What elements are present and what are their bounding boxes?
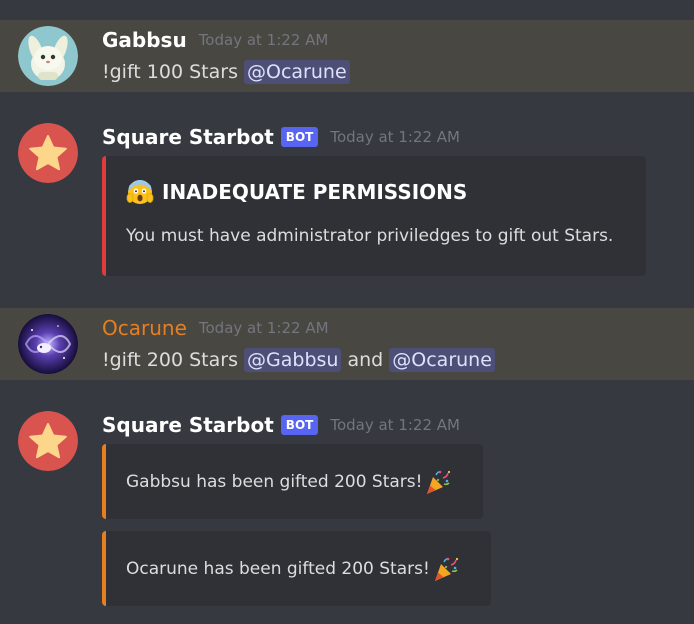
- embed-title-text: INADEQUATE PERMISSIONS: [162, 180, 468, 204]
- message-gabbsu: Gabbsu Today at 1:22 AM !gift 100 Stars …: [0, 20, 694, 92]
- message-text: !gift 100 Stars: [102, 61, 245, 83]
- embed-text: Ocarune has been gifted 200 Stars!: [126, 559, 430, 579]
- timestamp: Today at 1:22 AM: [330, 128, 460, 146]
- user-mention[interactable]: @Ocarune: [389, 348, 495, 372]
- timestamp: Today at 1:22 AM: [198, 319, 329, 337]
- party-popper-icon: [432, 555, 460, 583]
- username[interactable]: Gabbsu: [102, 28, 187, 52]
- bot-tag: BOT: [280, 127, 319, 147]
- message-content: !gift 100 Stars @Ocarune: [102, 60, 350, 84]
- embed-description: Ocarune has been gifted 200 Stars!: [126, 555, 460, 583]
- timestamp: Today at 1:22 AM: [198, 31, 329, 49]
- embed-gift-ocarune: Ocarune has been gifted 200 Stars!: [102, 531, 491, 606]
- ocarune-avatar[interactable]: [18, 314, 78, 374]
- username[interactable]: Ocarune: [102, 316, 187, 340]
- message-starbot-gifts: Square Starbot BOT Today at 1:22 AM Gabb…: [0, 400, 694, 620]
- embed-error: INADEQUATE PERMISSIONS You must have adm…: [102, 156, 646, 276]
- embed-title: INADEQUATE PERMISSIONS: [126, 178, 467, 206]
- gabbsu-avatar[interactable]: [18, 26, 78, 86]
- embed-text: Gabbsu has been gifted 200 Stars!: [126, 472, 423, 492]
- embed-description: Gabbsu has been gifted 200 Stars!: [126, 468, 452, 496]
- message-header: Ocarune Today at 1:22 AM: [102, 316, 329, 340]
- message-starbot-error: Square Starbot BOT Today at 1:22 AM INAD…: [0, 112, 694, 292]
- message-header: Square Starbot BOT Today at 1:22 AM: [102, 125, 460, 149]
- username[interactable]: Square Starbot: [102, 413, 274, 437]
- message-content: !gift 200 Stars @Gabbsu and @Ocarune: [102, 348, 495, 372]
- message-header: Square Starbot BOT Today at 1:22 AM: [102, 413, 460, 437]
- timestamp: Today at 1:22 AM: [330, 416, 460, 434]
- user-mention[interactable]: @Ocarune: [244, 60, 350, 84]
- starbot-avatar[interactable]: [18, 411, 78, 471]
- message-text: and: [341, 349, 390, 371]
- bot-tag: BOT: [280, 415, 319, 435]
- embed-description: You must have administrator priviledges …: [126, 226, 614, 246]
- user-mention[interactable]: @Gabbsu: [244, 348, 342, 372]
- message-text: !gift 200 Stars: [102, 349, 245, 371]
- screaming-face-icon: [126, 178, 154, 206]
- message-ocarune: Ocarune Today at 1:22 AM !gift 200 Stars…: [0, 308, 694, 380]
- party-popper-icon: [424, 468, 452, 496]
- username[interactable]: Square Starbot: [102, 125, 274, 149]
- message-header: Gabbsu Today at 1:22 AM: [102, 28, 328, 52]
- starbot-avatar[interactable]: [18, 123, 78, 183]
- embed-gift-gabbsu: Gabbsu has been gifted 200 Stars!: [102, 444, 483, 519]
